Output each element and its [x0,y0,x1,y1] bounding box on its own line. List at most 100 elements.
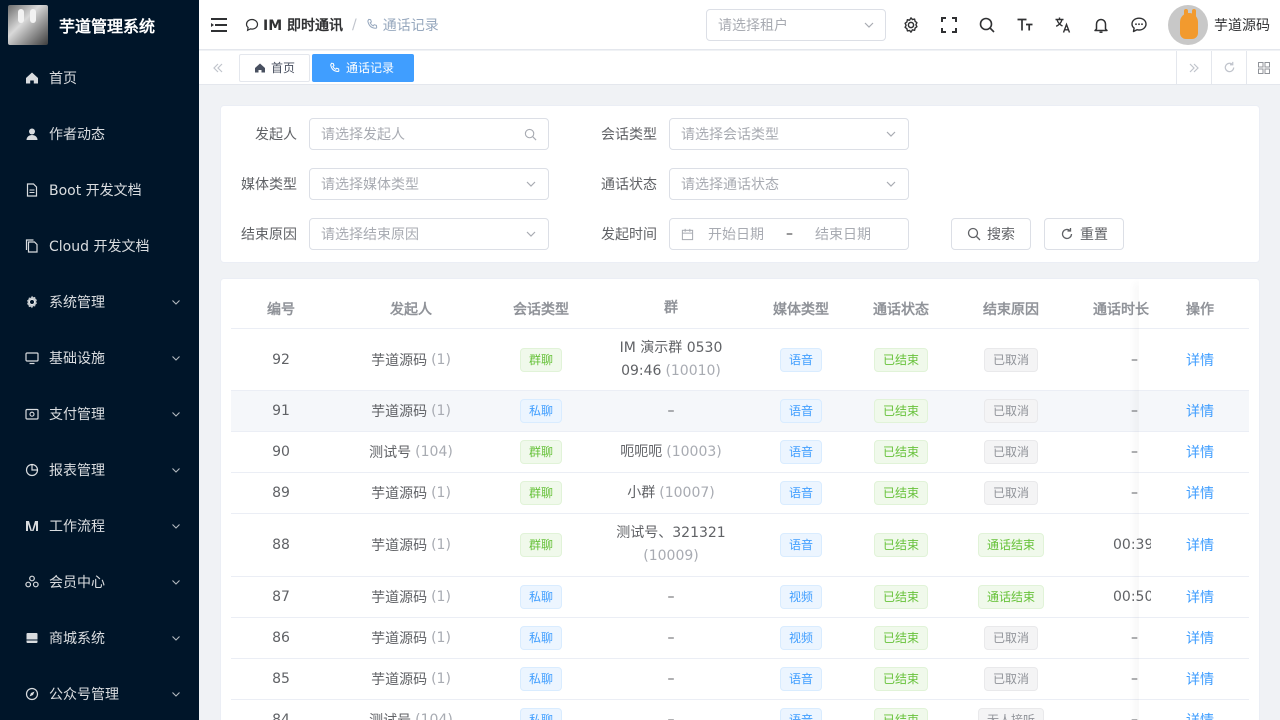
chevron-down-icon [526,181,536,187]
breadcrumb-separator: / [352,16,357,33]
table-row[interactable]: 86 芋道源码 (1) 私聊 – 视频 已结束 已取消 – 详情 [231,618,1249,659]
end-date-placeholder[interactable]: 结束日期 [815,224,871,244]
translate-icon[interactable] [1044,0,1082,50]
sidebar-item-1[interactable]: 作者动态 [0,106,199,162]
sidebar-item-11[interactable]: 公众号管理 [0,666,199,720]
detail-link[interactable]: 详情 [1186,669,1214,689]
message-icon[interactable] [1120,0,1158,50]
media-type-badge: 语音 [779,533,822,557]
group-name: – [667,402,675,419]
call-status-badge: 已结束 [873,667,928,691]
detail-link[interactable]: 详情 [1186,628,1214,648]
group-name-cont: 09:46 [621,362,662,379]
cell-initiator: 芋道源码 (1) [331,483,491,503]
top-navbar: IM 即时通讯 / 通话记录 请选择租户 芋道源码 [199,0,1280,50]
initiator-id: (1) [431,630,451,646]
initiator-label: 发起人 [255,127,297,143]
end-reason-badge: 通话结束 [977,533,1044,557]
detail-link[interactable]: 详情 [1186,587,1214,607]
breadcrumb-item-im[interactable]: IM 即时通讯 [245,15,343,35]
tab-menu-button[interactable] [1246,50,1280,85]
cell-duration: – [1131,630,1138,646]
table-row[interactable]: 85 芋道源码 (1) 私聊 – 语音 已结束 已取消 – 详情 [231,659,1249,700]
table-row[interactable]: 89 芋道源码 (1) 群聊 小群 (10007) 语音 已结束 已取消 – 详情 [231,473,1249,514]
group-name: – [667,670,675,687]
tag-call-records[interactable]: 通话记录 [312,53,415,82]
table-row[interactable]: 84 测试号 (104) 私聊 – 语音 已结束 无人接听 – 详情 [231,700,1249,720]
scroll-right-button[interactable] [1176,50,1211,85]
logo[interactable]: 芋道管理系统 [0,0,199,50]
initiator-id: (1) [431,589,451,605]
conversation-type-badge: 群聊 [519,440,562,464]
initiator-select[interactable]: 请选择发起人 [309,118,549,150]
sidebar-item-2[interactable]: Boot 开发文档 [0,162,199,218]
cell-initiator: 芋道源码 (1) [331,669,491,689]
cell-end-reason: 通话结束 [951,533,1071,557]
document-icon [24,182,40,198]
call-status-select[interactable]: 请选择通话状态 [669,168,909,200]
bell-icon[interactable] [1082,0,1120,50]
sidebar-item-label: 商城系统 [49,631,105,647]
refresh-icon [1224,61,1234,73]
media-type-badge: 语音 [779,481,822,505]
conversation-type-badge: 群聊 [519,481,562,505]
detail-link[interactable]: 详情 [1186,710,1214,720]
cell-duration: – [1131,712,1138,720]
detail-link[interactable]: 详情 [1186,401,1214,421]
sidebar-item-5[interactable]: 基础设施 [0,330,199,386]
cell-duration: 00:50 [1113,589,1151,605]
font-size-icon[interactable] [1006,0,1044,50]
date-range-picker[interactable]: 开始日期 – 结束日期 [669,218,909,250]
cell-group: 小群 (10007) [591,482,751,505]
end-reason-select[interactable]: 请选择结束原因 [309,218,549,250]
chevron-down-icon [886,181,896,187]
detail-link[interactable]: 详情 [1186,483,1214,503]
detail-link[interactable]: 详情 [1186,350,1214,370]
fullscreen-icon[interactable] [930,0,968,50]
hamburger-icon[interactable] [199,0,239,50]
sidebar-item-9[interactable]: 会员中心 [0,554,199,610]
settings-gear-icon[interactable] [892,0,930,50]
cell-conversation-type: 私聊 [491,399,591,423]
scroll-left-button[interactable] [199,51,237,85]
form-item-conversation-type: 会话类型 请选择会话类型 [581,118,909,150]
documents-icon [24,238,40,254]
cell-call-status: 已结束 [851,347,951,372]
tenant-select[interactable]: 请选择租户 [706,8,886,41]
call-status-badge: 已结束 [873,708,928,720]
start-date-placeholder[interactable]: 开始日期 [708,224,764,244]
sidebar-item-label: 报表管理 [49,463,105,479]
sidebar-item-10[interactable]: 商城系统 [0,610,199,666]
user-menu[interactable]: 芋道源码 [1168,4,1270,45]
table-row[interactable]: 91 芋道源码 (1) 私聊 – 语音 已结束 已取消 – 详情 [231,391,1249,432]
table-row[interactable]: 92 芋道源码 (1) 群聊 IM 演示群 0530 09:46 (10010) 语音 已结束 已… [231,329,1249,391]
conversation-type-select[interactable]: 请选择会话类型 [669,118,909,150]
tag-home[interactable]: 首页 [239,53,311,82]
sidebar-item-3[interactable]: Cloud 开发文档 [0,218,199,274]
table-row[interactable]: 87 芋道源码 (1) 私聊 – 视频 已结束 通话结束 00:50 详情 [231,577,1249,618]
media-type-badge: 语音 [779,399,822,423]
chevron-down-icon [886,131,896,137]
cell-actions: 详情 [1151,628,1249,648]
cell-end-reason: 已取消 [951,667,1071,691]
home-icon [255,63,265,72]
table-row[interactable]: 88 芋道源码 (1) 群聊 测试号、321321 (10009) 语音 已结束 通话结束 00:… [231,514,1249,577]
search-button[interactable]: 搜索 [951,218,1031,250]
table-row[interactable]: 90 测试号 (104) 群聊 呃呃呃 (10003) 语音 已结束 已取消 – 详情 [231,432,1249,473]
reset-button[interactable]: 重置 [1044,218,1124,250]
cell-call-status: 已结束 [851,399,951,423]
logo-image [8,5,48,45]
sidebar-item-0[interactable]: 首页 [0,50,199,106]
sidebar-item-7[interactable]: 报表管理 [0,442,199,498]
table-header: 编号 发起人 会话类型 群 媒体类型 通话状态 结束原因 通话时长 操作 [231,289,1249,329]
search-icon[interactable] [968,0,1006,50]
sidebar-item-4[interactable]: 系统管理 [0,274,199,330]
sidebar-item-8[interactable]: 工作流程 [0,498,199,554]
refresh-tab-button[interactable] [1211,50,1246,85]
sidebar-item-6[interactable]: 支付管理 [0,386,199,442]
detail-link[interactable]: 详情 [1186,535,1214,555]
media-type-select[interactable]: 请选择媒体类型 [309,168,549,200]
detail-link[interactable]: 详情 [1186,442,1214,462]
cell-call-status: 已结束 [851,440,951,464]
media-type-badge: 视频 [779,626,822,650]
